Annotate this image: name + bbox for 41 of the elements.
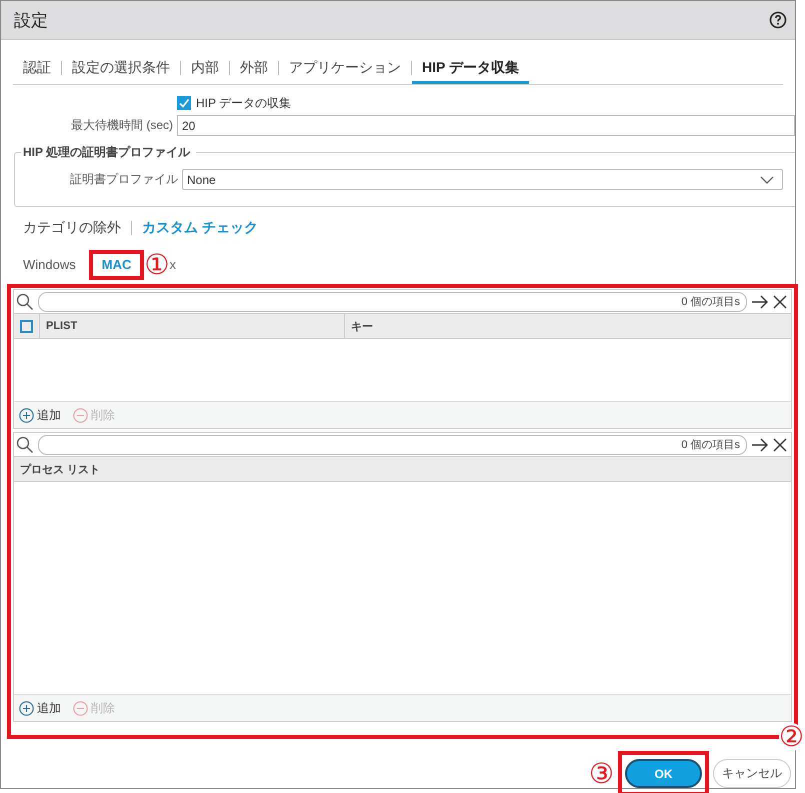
tab[interactable]: MAC	[88, 250, 144, 280]
tab[interactable]: 外部	[230, 52, 278, 84]
plus-icon	[19, 700, 34, 716]
tab[interactable]: Windows	[13, 250, 86, 280]
minus-icon	[73, 408, 88, 422]
cancel-button[interactable]: キャンセル	[713, 759, 791, 788]
close-icon[interactable]	[773, 294, 787, 308]
field-label: 最大待機時間 (sec)	[70, 117, 174, 134]
chevron-down-icon	[760, 176, 774, 184]
search-icon	[16, 436, 34, 454]
search-field[interactable]: 0 個の項目s	[38, 434, 747, 454]
input-field[interactable]: 20	[177, 115, 795, 136]
tab[interactable]: 設定の選択条件	[62, 52, 180, 84]
column-header[interactable]: キー	[345, 314, 791, 338]
plus-icon	[19, 408, 34, 422]
tab[interactable]: x	[169, 250, 186, 280]
checkbox[interactable]	[20, 320, 33, 332]
arrow-icon[interactable]	[751, 294, 769, 308]
group-title: HIP 処理の証明書プロファイル	[21, 144, 196, 161]
search-icon	[16, 292, 34, 310]
search-field[interactable]: 0 個の項目s	[38, 292, 747, 312]
column-header[interactable]: プロセス リスト	[14, 457, 791, 481]
action-button[interactable]: 追加	[19, 406, 61, 424]
checkbox[interactable]	[177, 96, 191, 110]
column-header[interactable]: PLIST	[40, 314, 345, 338]
window-title: 設定	[14, 10, 48, 32]
action-button[interactable]: 追加	[19, 700, 61, 716]
dropdown[interactable]: None	[182, 169, 783, 190]
tab[interactable]: 認証	[13, 52, 61, 84]
field-label: 証明書プロファイル	[69, 171, 179, 188]
help-icon[interactable]	[769, 11, 787, 29]
tab[interactable]: HIP データ収集	[412, 52, 529, 84]
close-icon[interactable]	[773, 438, 787, 452]
annotation-number: ②	[778, 723, 804, 751]
tab[interactable]: 内部	[181, 52, 229, 84]
tab[interactable]: アプリケーション	[279, 52, 411, 84]
arrow-icon[interactable]	[751, 438, 769, 452]
tab[interactable]: カスタム チェック	[142, 219, 258, 237]
checkbox-label: HIP データの収集	[196, 94, 292, 112]
minus-icon	[73, 700, 88, 716]
tab[interactable]: カテゴリの除外	[23, 219, 121, 237]
